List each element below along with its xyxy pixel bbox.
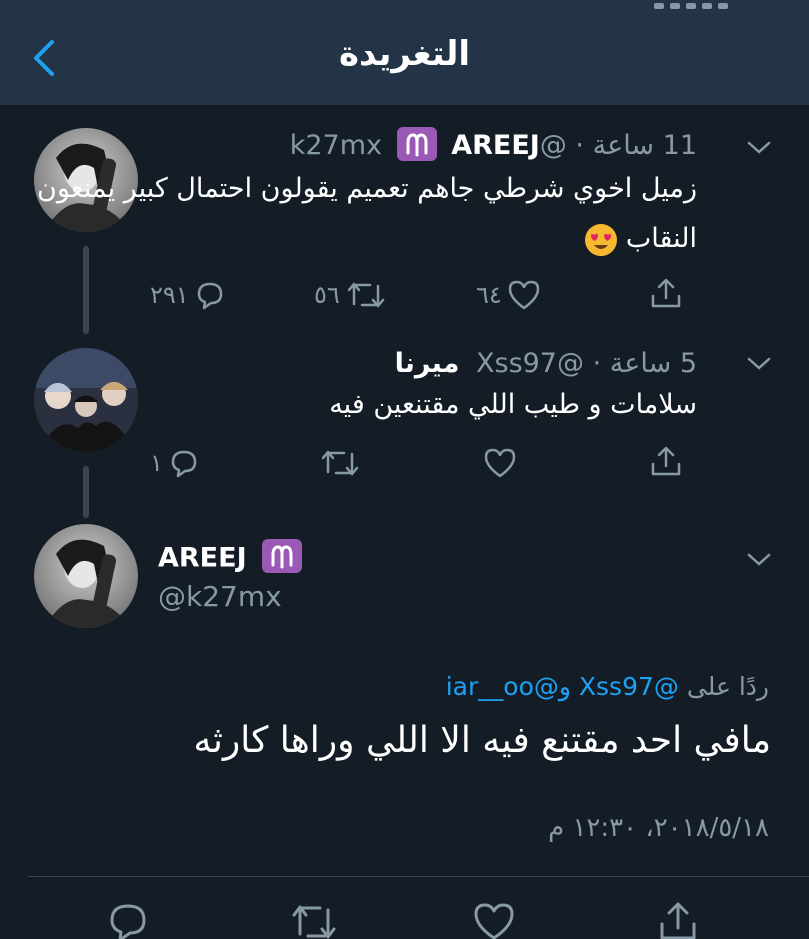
aries-icon — [406, 132, 428, 156]
main-tweet-text: مافي احد مقتنع فيه الا اللي وراها كارثه — [193, 720, 771, 761]
heart-icon[interactable] — [472, 900, 516, 939]
share-button[interactable] — [648, 444, 684, 480]
chevron-down-icon[interactable] — [745, 550, 773, 570]
aries-icon — [271, 545, 293, 569]
tweet-detail-page: التغريدة 11 ساعة · @k27mx AREEJ زميل اخو… — [0, 0, 809, 939]
chevron-down-icon[interactable] — [745, 354, 773, 374]
heart-icon — [508, 280, 540, 310]
share-icon — [651, 278, 681, 308]
tweet-header: 5 ساعة · @Xss97 ميرنا — [394, 348, 697, 379]
retweet-button[interactable]: ٥٦ — [314, 278, 388, 312]
retweet-icon — [347, 282, 385, 308]
share-button[interactable] — [648, 276, 684, 312]
tweet-text: سلامات و طيب اللي مقتنعين فيه — [329, 389, 697, 420]
nav-header: التغريدة — [0, 0, 809, 106]
avatar[interactable] — [34, 348, 138, 452]
share-icon[interactable] — [656, 900, 700, 939]
reply-context: ردًا على @Xss97 و@iar__oo — [445, 672, 769, 701]
reply-icon — [197, 282, 222, 310]
reply-button[interactable]: ١ — [150, 446, 201, 480]
retweet-icon[interactable] — [288, 900, 340, 939]
reply-icon[interactable] — [106, 900, 150, 939]
tweet-timestamp: ٢٠١٨/٥/١٨، ١٢:٣٠ م — [548, 813, 769, 843]
display-name[interactable]: AREEJ — [451, 130, 540, 161]
tweet-time: 5 ساعة — [609, 348, 697, 379]
retweet-button[interactable] — [318, 446, 362, 480]
aries-badge — [396, 126, 437, 161]
mention-link[interactable]: @iar__oo — [446, 672, 559, 701]
chevron-down-icon[interactable] — [745, 138, 773, 158]
tweet-handle[interactable]: @k27mx — [158, 580, 282, 613]
heart-eyes-emoji-icon — [585, 223, 618, 256]
page-title: التغريدة — [338, 34, 471, 74]
like-button[interactable]: ٦٤ — [476, 278, 542, 312]
display-name[interactable]: ميرنا — [395, 348, 460, 379]
thread-line — [83, 246, 89, 334]
aries-badge — [262, 539, 303, 573]
avatar[interactable] — [34, 524, 138, 628]
divider — [28, 876, 809, 877]
avatar-photo — [34, 348, 138, 452]
share-icon — [651, 446, 681, 476]
tweet-header: 11 ساعة · @k27mx AREEJ — [290, 126, 697, 164]
reply-icon — [171, 450, 197, 478]
display-name: AREEJ — [158, 539, 308, 576]
mention-link[interactable]: @Xss97 — [579, 672, 679, 701]
reply-button[interactable]: ٢٩١ — [150, 278, 227, 312]
status-bar-remnant — [654, 0, 764, 9]
avatar-photo — [34, 524, 138, 628]
thread-line — [83, 466, 89, 518]
heart-icon — [484, 448, 516, 478]
tweet-text: زميل اخوي شرطي جاهم تعميم يقولون احتمال … — [37, 173, 697, 256]
tweet-time: 11 ساعة — [592, 130, 697, 161]
retweet-icon — [321, 450, 359, 476]
tweet-handle[interactable]: @Xss97 — [476, 348, 584, 379]
like-button[interactable] — [482, 446, 518, 480]
